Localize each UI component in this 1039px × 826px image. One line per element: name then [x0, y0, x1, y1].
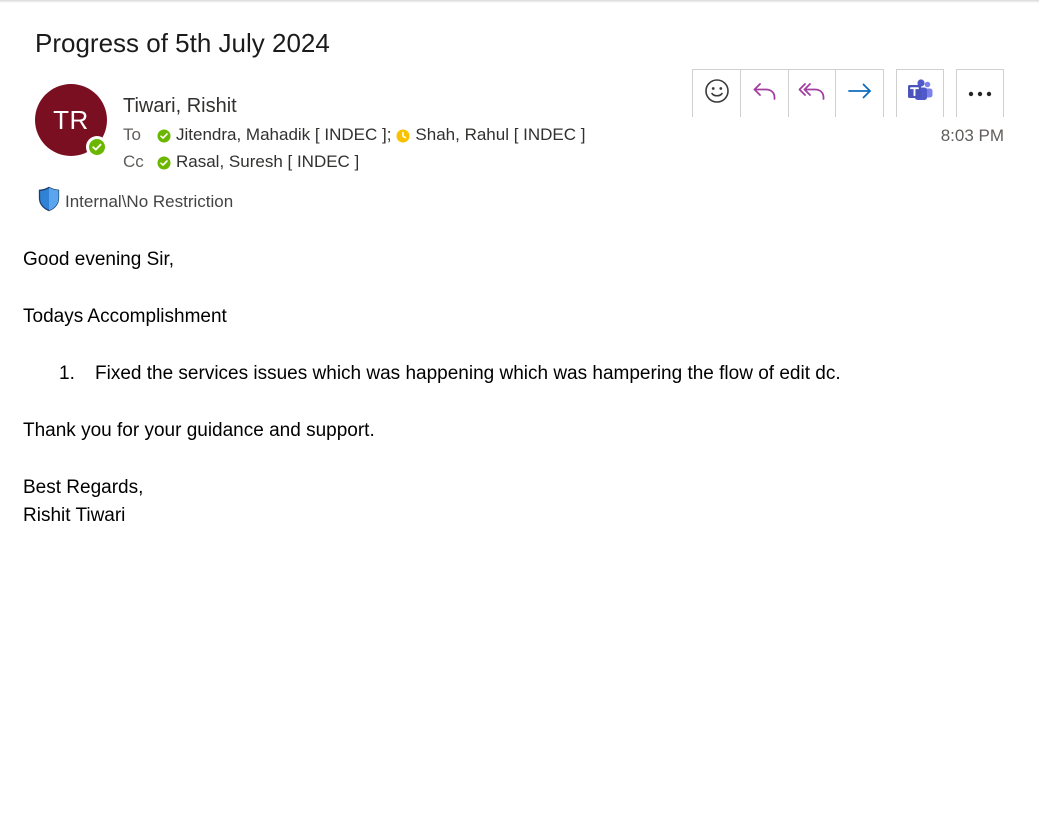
- more-icon: [967, 85, 993, 103]
- section-heading: Todays Accomplishment: [23, 306, 227, 327]
- recipient-name[interactable]: Jitendra, Mahadik [ INDEC ];: [176, 125, 391, 145]
- received-time: 8:03 PM: [940, 126, 1004, 145]
- greeting-text: Good evening Sir,: [23, 249, 175, 270]
- shield-icon: [37, 186, 61, 217]
- recipient-name[interactable]: Shah, Rahul [ INDEC ]: [415, 125, 585, 145]
- thanks-text: Thank you for your guidance and support.: [23, 420, 375, 441]
- reply-all-icon: [797, 78, 827, 109]
- recipient-name[interactable]: Rasal, Suresh [ INDEC ]: [176, 152, 359, 172]
- teams-icon: [906, 78, 934, 109]
- forward-icon: [846, 78, 874, 109]
- share-to-teams-button[interactable]: [897, 70, 943, 117]
- more-actions-button[interactable]: [957, 70, 1003, 117]
- away-presence-icon: [396, 128, 410, 143]
- to-label: To: [123, 125, 141, 144]
- reply-icon: [751, 78, 779, 109]
- more-toolbar: [956, 69, 1004, 117]
- email-subject: Progress of 5th July 2024: [35, 28, 330, 58]
- cc-label: Cc: [123, 152, 144, 171]
- reply-all-button[interactable]: [787, 70, 836, 117]
- email-body: Good evening Sir, Todays Accomplishment …: [23, 246, 841, 530]
- available-presence-icon: [157, 128, 171, 143]
- sender-name[interactable]: Tiwari, Rishit: [123, 95, 237, 118]
- list-number: 1.: [59, 363, 75, 384]
- available-presence-icon: [157, 155, 171, 170]
- list-item: 1. Fixed the services issues which was h…: [23, 360, 841, 388]
- classification-text: Internal\No Restriction: [65, 191, 234, 211]
- cc-row: Cc Rasal, Suresh [ INDEC ]: [123, 151, 364, 173]
- message-actions-toolbar: [692, 69, 884, 117]
- smiley-icon: [704, 78, 730, 109]
- teams-toolbar: [896, 69, 944, 117]
- forward-button[interactable]: [835, 70, 883, 117]
- sender-initials: TR: [53, 104, 89, 135]
- signature-text: Rishit Tiwari: [23, 505, 126, 526]
- top-divider: [0, 0, 1039, 3]
- closing-text: Best Regards,: [23, 477, 144, 498]
- to-row: To Jitendra, Mahadik [ INDEC ]; Shah, Ra…: [123, 124, 591, 146]
- list-text: Fixed the services issues which was happ…: [95, 363, 841, 384]
- sender-presence-icon: [86, 136, 108, 158]
- react-button[interactable]: [693, 70, 740, 117]
- sensitivity-label[interactable]: Internal\No Restriction: [37, 186, 233, 217]
- reply-button[interactable]: [740, 70, 788, 117]
